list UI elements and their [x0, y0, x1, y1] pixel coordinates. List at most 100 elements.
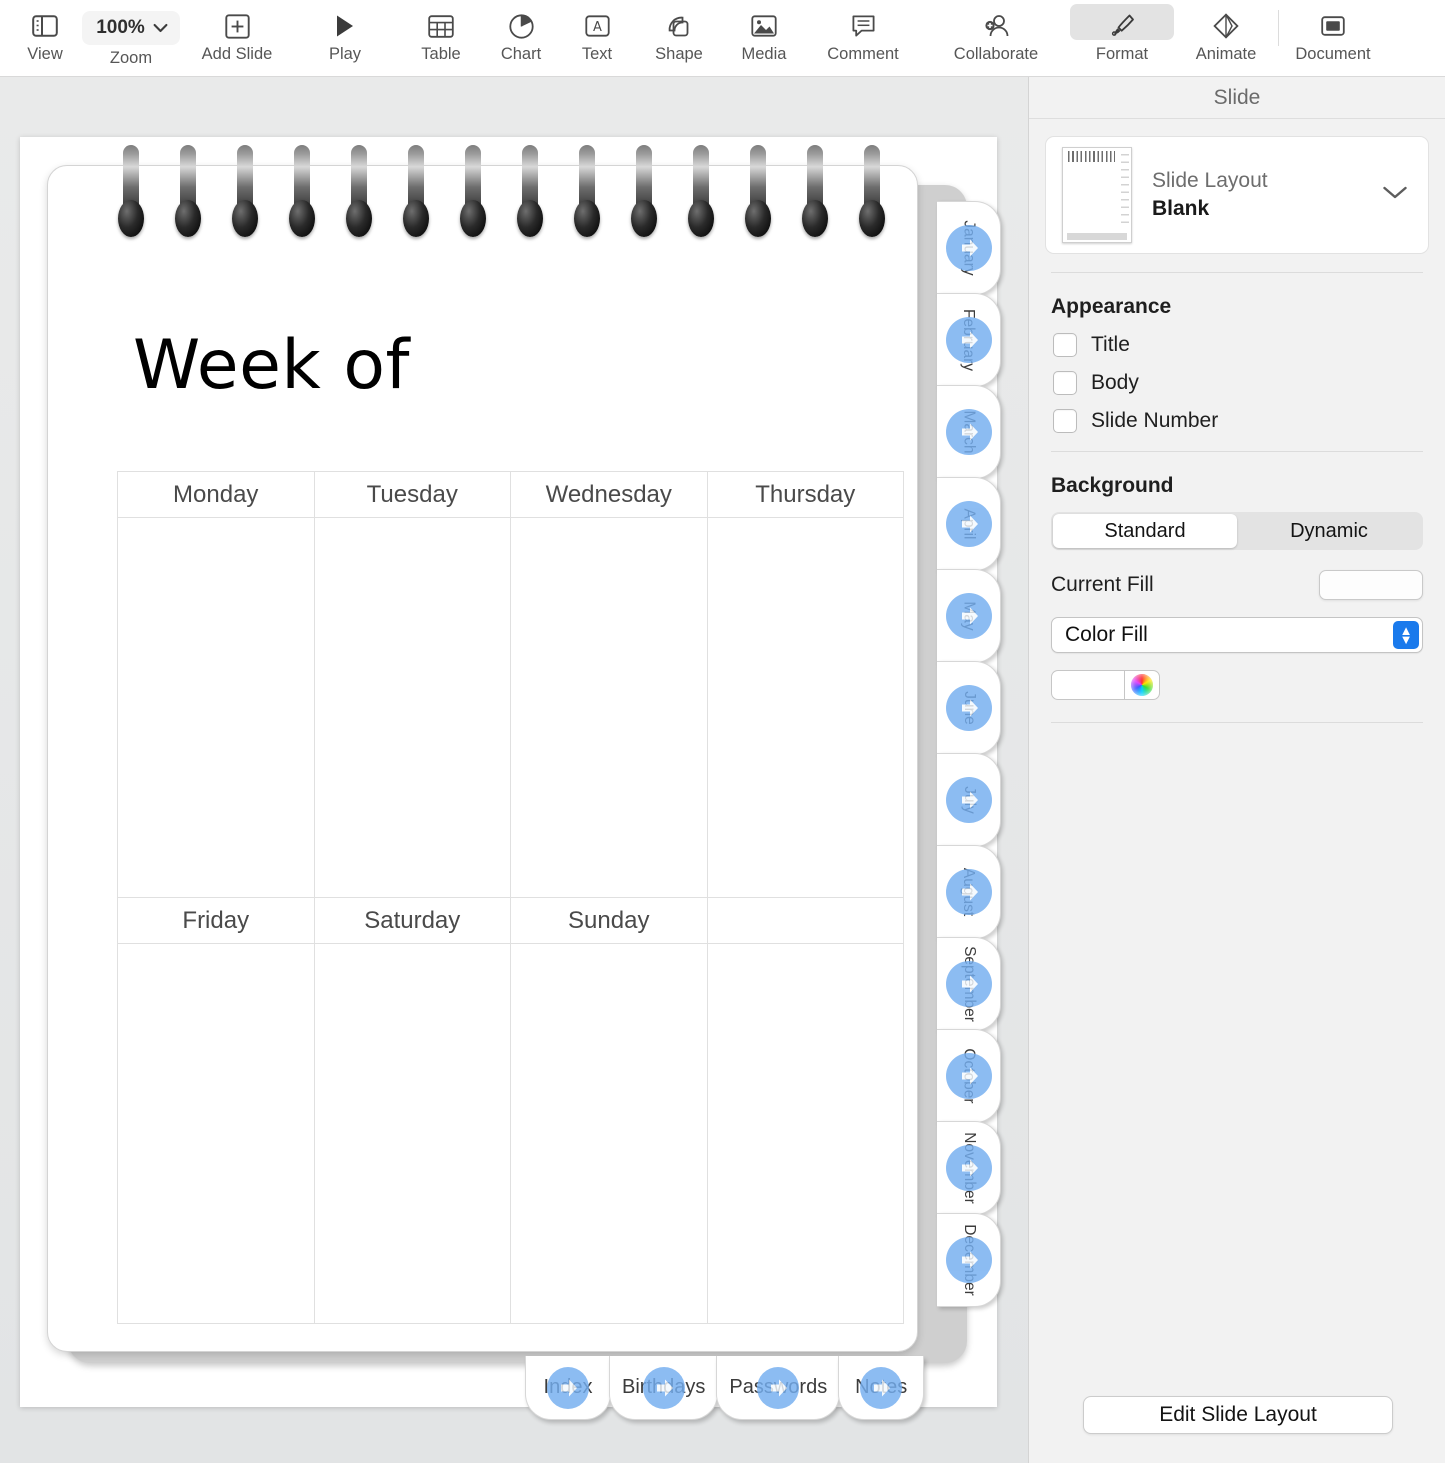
bottom-tab-passwords[interactable]: Passwords — [716, 1356, 841, 1420]
cell-friday[interactable]: Friday — [117, 897, 315, 944]
notebook-thumbnail — [1062, 147, 1132, 243]
cell-sunday-body[interactable] — [510, 943, 708, 1324]
month-tab-december[interactable]: December — [937, 1213, 1001, 1307]
arrow-right-circle-icon[interactable] — [945, 685, 992, 731]
arrow-right-circle-icon[interactable] — [642, 1366, 685, 1409]
checkbox-row-title[interactable]: Title — [1053, 333, 1445, 357]
spiral-ring — [574, 145, 600, 237]
checkbox-label-title: Title — [1091, 333, 1130, 356]
arrow-right-circle-icon[interactable] — [757, 1366, 800, 1409]
bottom-tab-birthdays[interactable]: Birthdays — [609, 1356, 719, 1420]
color-wheel-button[interactable] — [1124, 670, 1160, 700]
cell-sunday[interactable]: Sunday — [510, 897, 708, 944]
month-tab-june[interactable]: June — [937, 661, 1001, 755]
month-tab-july[interactable]: July — [937, 753, 1001, 847]
toolbar-label-zoom: Zoom — [109, 49, 153, 67]
segment-dynamic[interactable]: Dynamic — [1237, 514, 1421, 548]
cell-saturday-body[interactable] — [313, 943, 511, 1324]
fill-color-well[interactable] — [1051, 670, 1124, 700]
slide-title-text[interactable]: Week of — [133, 326, 410, 405]
arrow-right-circle-icon[interactable] — [945, 869, 992, 915]
month-tab-september[interactable]: September — [937, 937, 1001, 1031]
month-tab-january[interactable]: January — [937, 201, 1001, 295]
month-tab-may[interactable]: May — [937, 569, 1001, 663]
fill-type-select[interactable]: Color Fill ▲ ▼ — [1051, 617, 1423, 653]
cell-monday-body[interactable] — [117, 517, 315, 898]
bottom-tab-index[interactable]: Index — [525, 1356, 611, 1420]
zoom-dropdown[interactable]: 100% — [82, 11, 180, 45]
zoom-value: 100% — [96, 17, 145, 38]
month-tab-strip: JanuaryFebruaryMarchAprilMayJuneJulyAugu… — [937, 201, 1009, 1307]
arrow-right-circle-icon[interactable] — [945, 1237, 992, 1283]
cell-wednesday[interactable]: Wednesday — [510, 471, 708, 518]
toolbar-button-animate[interactable]: Animate — [1174, 0, 1278, 76]
month-tab-november[interactable]: November — [937, 1121, 1001, 1215]
checkbox-body[interactable] — [1053, 371, 1077, 395]
arrow-right-circle-icon[interactable] — [945, 777, 992, 823]
slide-layout-card[interactable]: Slide Layout Blank — [1045, 136, 1429, 254]
toolbar-button-text[interactable]: A Text — [560, 0, 634, 76]
toolbar-button-play[interactable]: Play — [290, 0, 400, 76]
table-row-body-2 — [117, 943, 904, 1324]
toolbar-button-media[interactable]: Media — [724, 0, 804, 76]
checkbox-title[interactable] — [1053, 333, 1077, 357]
cell-friday-body[interactable] — [117, 943, 315, 1324]
arrow-right-circle-icon[interactable] — [945, 501, 992, 547]
sidebar-divider-1 — [1051, 272, 1423, 273]
toolbar-button-view[interactable]: View — [12, 0, 78, 76]
cell-monday[interactable]: Monday — [117, 471, 315, 518]
up-down-stepper-icon[interactable]: ▲ ▼ — [1393, 621, 1419, 649]
toolbar-label-format: Format — [1095, 45, 1149, 63]
chevron-down-icon[interactable] — [1382, 185, 1412, 205]
toolbar-button-add-slide[interactable]: Add Slide — [184, 0, 290, 76]
toolbar-zoom-control[interactable]: 100% Zoom — [78, 0, 184, 76]
cell-thursday-body[interactable] — [706, 517, 904, 898]
toolbar-button-document[interactable]: Document — [1279, 0, 1387, 76]
toolbar-button-chart[interactable]: Chart — [482, 0, 560, 76]
arrow-right-circle-icon[interactable] — [945, 1053, 992, 1099]
toolbar-label-play: Play — [328, 45, 362, 63]
month-tab-april[interactable]: April — [937, 477, 1001, 571]
slide-surface[interactable]: Week of Monday Tuesday Wednesday Thursda… — [20, 137, 1001, 1420]
toolbar-label-chart: Chart — [500, 45, 542, 63]
arrow-right-circle-icon[interactable] — [860, 1366, 903, 1409]
segment-standard[interactable]: Standard — [1053, 514, 1237, 548]
sidebar-header-title: Slide — [1029, 77, 1445, 119]
cell-tuesday-body[interactable] — [313, 517, 511, 898]
cell-empty-body[interactable] — [706, 943, 904, 1324]
cell-wednesday-body[interactable] — [510, 517, 708, 898]
arrow-right-circle-icon[interactable] — [945, 961, 992, 1007]
arrow-right-circle-icon[interactable] — [945, 593, 992, 639]
bottom-tab-notes[interactable]: Notes — [838, 1356, 925, 1420]
current-fill-swatch[interactable] — [1319, 570, 1423, 600]
slide-canvas[interactable]: Week of Monday Tuesday Wednesday Thursda… — [0, 77, 1028, 1463]
arrow-right-circle-icon[interactable] — [547, 1366, 589, 1409]
toolbar-button-collaborate[interactable]: Collaborate — [922, 0, 1070, 76]
month-tab-august[interactable]: August — [937, 845, 1001, 939]
toolbar-button-table[interactable]: Table — [400, 0, 482, 76]
checkbox-slide-number[interactable] — [1053, 409, 1077, 433]
month-tab-february[interactable]: February — [937, 293, 1001, 387]
cell-saturday[interactable]: Saturday — [313, 897, 511, 944]
cell-tuesday[interactable]: Tuesday — [313, 471, 511, 518]
spiral-ring — [175, 145, 201, 237]
cell-thursday[interactable]: Thursday — [706, 471, 904, 518]
month-tab-march[interactable]: March — [937, 385, 1001, 479]
arrow-right-circle-icon[interactable] — [945, 317, 992, 363]
arrow-right-circle-icon[interactable] — [945, 225, 992, 271]
month-tab-october[interactable]: October — [937, 1029, 1001, 1123]
weekly-calendar-table[interactable]: Monday Tuesday Wednesday Thursday Friday… — [117, 471, 904, 1324]
toolbar-button-comment[interactable]: Comment — [804, 0, 922, 76]
edit-slide-layout-button[interactable]: Edit Slide Layout — [1083, 1396, 1393, 1434]
toolbar-button-format[interactable]: Format — [1070, 0, 1174, 76]
thumbnail-rings-icon — [1068, 151, 1115, 162]
spiral-ring-head — [517, 200, 543, 237]
plus-square-icon — [224, 8, 250, 44]
arrow-right-circle-icon[interactable] — [945, 409, 992, 455]
background-mode-segmented-control[interactable]: Standard Dynamic — [1051, 512, 1423, 550]
cell-empty-header[interactable] — [706, 897, 904, 944]
checkbox-row-slide-number[interactable]: Slide Number — [1053, 409, 1445, 433]
toolbar-button-shape[interactable]: Shape — [634, 0, 724, 76]
checkbox-row-body[interactable]: Body — [1053, 371, 1445, 395]
arrow-right-circle-icon[interactable] — [945, 1145, 992, 1191]
